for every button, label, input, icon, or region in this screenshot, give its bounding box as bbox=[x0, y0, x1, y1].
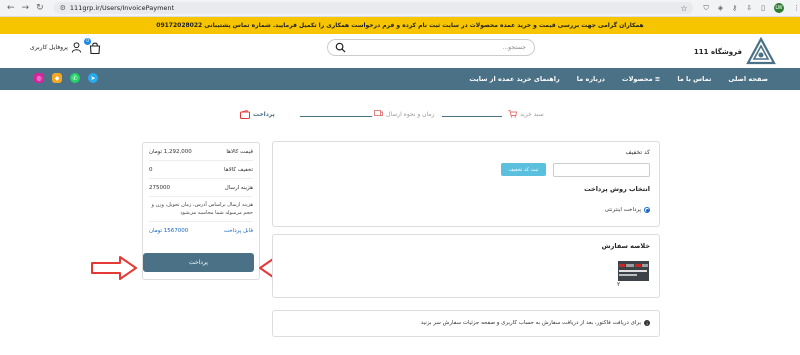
invoice-info-text: برای دریافت فاکتور، بعد از دریافت سفارش … bbox=[420, 320, 641, 326]
bookmark-star-icon[interactable]: ☆ bbox=[680, 4, 687, 13]
menu-icon[interactable]: ⋮ bbox=[793, 4, 800, 12]
item-count: ۲ bbox=[617, 281, 621, 288]
payable-row: قابل پرداخت 1567000 تومان bbox=[149, 222, 253, 240]
social-links: ◎ ◆ ✆ ➤ bbox=[34, 73, 98, 83]
nav-item-products-label: محصولات bbox=[622, 75, 653, 83]
checkout-steps: پرداخت زمان و نحوه ارسال سبد خرید bbox=[240, 108, 560, 120]
step-shipping: زمان و نحوه ارسال bbox=[374, 110, 435, 118]
logo-icon bbox=[746, 37, 776, 65]
discount-label: تخفیف کالاها bbox=[224, 166, 253, 173]
shipping-note: هزینه ارسال براساس آدرس، زمان تحویل، وزن… bbox=[149, 197, 253, 222]
main-navbar: صفحه اصلی تماس با ما ≡ محصولات درباره ما… bbox=[0, 68, 800, 90]
nav-item-about[interactable]: درباره ما bbox=[577, 75, 605, 83]
invoice-info: i برای دریافت فاکتور، بعد از دریافت سفار… bbox=[421, 320, 650, 326]
address-bar[interactable]: ⚙ 111grp.ir/Users/InvoicePayment ☆ bbox=[53, 2, 694, 14]
step-connector bbox=[442, 116, 502, 117]
shipping-row: هزینه ارسال 275000 bbox=[149, 179, 253, 197]
whatsapp-icon[interactable]: ✆ bbox=[70, 73, 80, 83]
discount-payment-panel: کد تخفیف ثبت کد تخفیف انتخاب روش پرداخت … bbox=[272, 141, 660, 227]
search-input[interactable]: جستجو... bbox=[327, 39, 535, 56]
instagram-icon[interactable]: ◎ bbox=[34, 73, 44, 83]
download-icon[interactable]: ⇩ bbox=[746, 4, 752, 12]
extension-icon[interactable]: ◈ bbox=[718, 4, 723, 12]
payable-value: 1567000 تومان bbox=[149, 228, 189, 234]
key-icon[interactable]: ⚷ bbox=[732, 4, 737, 12]
nav-item-wholesale-guide[interactable]: راهنمای خرید عمده از سایت bbox=[469, 75, 559, 83]
product-thumbnail[interactable]: ۲ bbox=[616, 259, 651, 289]
step-connector bbox=[300, 116, 372, 117]
step-shipping-label: زمان و نحوه ارسال bbox=[386, 110, 435, 118]
wallet-icon bbox=[240, 110, 250, 119]
rubika-icon[interactable]: ◆ bbox=[52, 73, 62, 83]
radio-selected[interactable] bbox=[644, 207, 650, 213]
reload-icon[interactable]: ↻ bbox=[36, 3, 44, 13]
invoice-info-panel: i برای دریافت فاکتور، بعد از دریافت سفار… bbox=[272, 310, 660, 337]
order-summary-title: خلاصه سفارش bbox=[601, 242, 650, 250]
goods-price-row: قیمت کالاها 1,292,000 تومان bbox=[149, 143, 253, 161]
profile-avatar[interactable]: LW bbox=[774, 3, 784, 13]
site-logo[interactable]: فروشگاه 111 bbox=[694, 37, 776, 67]
goods-price-label: قیمت کالاها bbox=[226, 148, 253, 155]
payment-method-title: انتخاب روش پرداخت bbox=[584, 185, 650, 193]
search-placeholder: جستجو... bbox=[502, 44, 526, 51]
order-summary-panel: خلاصه سفارش ۲ bbox=[272, 234, 660, 298]
search-icon[interactable] bbox=[335, 42, 346, 53]
apply-discount-button[interactable]: ثبت کد تخفیف bbox=[501, 163, 546, 176]
step-cart: سبد خرید bbox=[508, 110, 544, 118]
shipping-label: هزینه ارسال bbox=[224, 184, 253, 191]
cart-icon bbox=[508, 110, 517, 118]
truck-icon bbox=[374, 110, 383, 116]
nav-item-contact[interactable]: تماس با ما bbox=[677, 75, 711, 83]
discount-code-label: کد تخفیف bbox=[625, 149, 650, 156]
discount-row: تخفیف کالاها 0 bbox=[149, 161, 253, 179]
shipping-value: 275000 bbox=[149, 184, 170, 191]
sidebar-icon[interactable]: ▯ bbox=[761, 4, 765, 12]
payment-option-label: پرداخت اینترنتی bbox=[604, 207, 641, 213]
goods-price-value: 1,292,000 تومان bbox=[149, 148, 192, 155]
discount-code-input[interactable] bbox=[553, 163, 650, 177]
back-icon[interactable]: ← bbox=[7, 3, 15, 13]
shield-icon[interactable]: ⛉ bbox=[703, 4, 708, 13]
browser-nav: ← → ↻ bbox=[7, 3, 44, 13]
discount-value: 0 bbox=[149, 166, 153, 173]
product-image bbox=[618, 261, 649, 281]
user-icon bbox=[71, 42, 82, 53]
url-text: 111grp.ir/Users/InvoicePayment bbox=[69, 4, 175, 12]
site-info-icon[interactable]: ⚙ bbox=[60, 4, 66, 12]
pay-button[interactable]: پرداخت bbox=[143, 253, 254, 272]
step-cart-label: سبد خرید bbox=[520, 110, 544, 118]
forward-icon[interactable]: → bbox=[22, 3, 30, 13]
payment-option-online[interactable]: پرداخت اینترنتی bbox=[605, 207, 650, 213]
payable-label: قابل پرداخت bbox=[223, 228, 253, 234]
cart-count-badge: 0 bbox=[84, 38, 91, 45]
announcement-banner: همکاران گرامی جهت بررسی قیمت و خرید عمده… bbox=[0, 17, 800, 34]
step-payment: پرداخت bbox=[240, 110, 275, 119]
cart-button[interactable]: 0 bbox=[84, 38, 102, 55]
browser-toolbar: ← → ↻ ⚙ 111grp.ir/Users/InvoicePayment ☆… bbox=[0, 0, 800, 17]
browser-tools: ⛉ ◈ ⚷ ⇩ ▯ LW ⋮ bbox=[703, 3, 800, 13]
step-payment-label: پرداخت bbox=[253, 111, 275, 118]
telegram-icon[interactable]: ➤ bbox=[88, 73, 98, 83]
right-arrow-annotation bbox=[91, 256, 137, 280]
nav-item-home[interactable]: صفحه اصلی bbox=[728, 75, 768, 83]
nav-item-products[interactable]: ≡ محصولات bbox=[622, 75, 660, 83]
info-icon: i bbox=[644, 320, 650, 326]
logo-text: فروشگاه 111 bbox=[693, 48, 742, 56]
profile-link[interactable]: پروفایل کاربری bbox=[30, 42, 82, 53]
profile-label: پروفایل کاربری bbox=[30, 44, 68, 51]
